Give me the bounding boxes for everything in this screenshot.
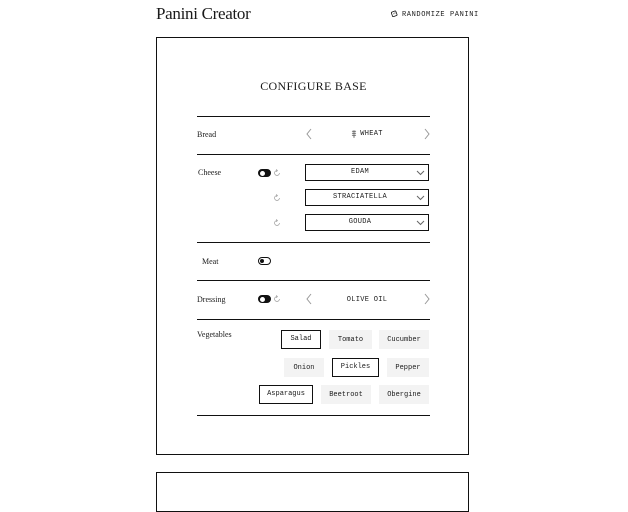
cheese-select-2-value: STRACIATELLA — [332, 193, 387, 201]
divider — [197, 319, 430, 320]
randomize-panini-button[interactable]: RANDOMIZE PANINI — [390, 9, 479, 20]
vegetable-chip-salad[interactable]: Salad — [281, 330, 321, 349]
vegetable-chip-onion[interactable]: Onion — [284, 358, 324, 377]
randomize-label: RANDOMIZE PANINI — [402, 10, 479, 19]
vegetable-chip-pickles[interactable]: Pickles — [332, 358, 379, 377]
cheese-select-1-value: EDAM — [350, 168, 369, 176]
chevron-right-icon — [423, 128, 431, 140]
refresh-icon[interactable] — [273, 219, 281, 227]
chevron-down-icon — [416, 193, 425, 202]
chevron-down-icon — [416, 168, 425, 177]
vegetables-label: Vegetables — [197, 330, 232, 339]
dressing-label: Dressing — [197, 295, 226, 304]
refresh-icon[interactable] — [273, 169, 281, 177]
refresh-icon[interactable] — [273, 194, 281, 202]
cheese-select-1[interactable]: EDAM — [305, 164, 429, 181]
dressing-value: OLIVE OIL — [346, 296, 388, 304]
next-section-card — [156, 472, 469, 512]
vegetable-chip-tomato[interactable]: Tomato — [329, 330, 372, 349]
meat-toggle[interactable] — [258, 257, 271, 265]
chevron-down-icon — [416, 218, 425, 227]
divider — [197, 242, 430, 243]
toggle-knob — [260, 171, 265, 176]
bread-value: WHEAT — [347, 130, 387, 138]
dressing-next-button[interactable] — [423, 293, 431, 305]
chevron-left-icon — [305, 128, 313, 140]
divider — [197, 154, 430, 155]
bread-prev-button[interactable] — [305, 128, 313, 140]
vegetable-chip-asparagus[interactable]: Asparagus — [259, 385, 313, 404]
vegetable-chip-obergine[interactable]: Obergine — [379, 385, 429, 404]
cheese-select-2[interactable]: STRACIATELLA — [305, 189, 429, 206]
vegetable-chip-cucumber[interactable]: Cucumber — [379, 330, 429, 349]
meat-label: Meat — [202, 257, 219, 266]
divider — [197, 415, 430, 416]
chevron-right-icon — [423, 293, 431, 305]
dressing-prev-button[interactable] — [305, 293, 313, 305]
cheese-toggle[interactable] — [258, 169, 271, 177]
bread-label: Bread — [197, 130, 217, 139]
cheese-select-3-value: GOUDA — [348, 218, 372, 226]
toggle-knob — [260, 297, 265, 302]
refresh-icon[interactable] — [273, 295, 281, 303]
toggle-knob — [260, 259, 264, 263]
bread-value-text: WHEAT — [360, 130, 383, 138]
cheese-label: Cheese — [198, 168, 222, 177]
dressing-toggle[interactable] — [258, 295, 271, 303]
divider — [197, 280, 430, 281]
bread-next-button[interactable] — [423, 128, 431, 140]
wheat-icon — [351, 130, 357, 138]
configure-base-card: CONFIGURE BASE Bread WHEAT Cheese EDAM S… — [156, 37, 469, 455]
vegetable-chip-beetroot[interactable]: Beetroot — [321, 385, 371, 404]
chevron-left-icon — [305, 293, 313, 305]
app-title: Panini Creator — [156, 4, 251, 23]
cheese-select-3[interactable]: GOUDA — [305, 214, 429, 231]
section-title: CONFIGURE BASE — [260, 79, 367, 93]
vegetable-chip-pepper[interactable]: Pepper — [387, 358, 429, 377]
dice-icon — [390, 9, 399, 20]
divider — [197, 116, 430, 117]
